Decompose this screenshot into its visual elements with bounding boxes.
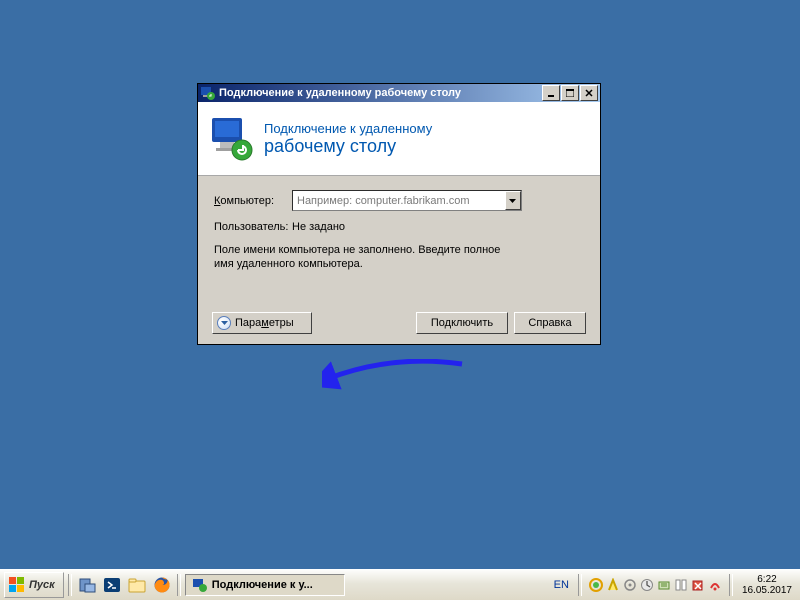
minimize-button[interactable] xyxy=(542,85,560,101)
quick-launch xyxy=(72,574,177,596)
powershell-icon[interactable] xyxy=(101,574,123,596)
tray-icon-2[interactable] xyxy=(606,578,620,592)
tray-icon-5[interactable] xyxy=(657,578,671,592)
user-label: Пользователь: xyxy=(214,221,292,233)
tray-icon-1[interactable] xyxy=(589,578,603,592)
taskbar-active-task[interactable]: Подключение к у... xyxy=(185,574,345,596)
window-title: Подключение к удаленному рабочему столу xyxy=(219,87,542,99)
hint-text: Поле имени компьютера не заполнено. Введ… xyxy=(214,243,504,271)
annotation-arrow xyxy=(322,359,472,409)
options-button[interactable]: Параметры xyxy=(212,312,312,334)
firefox-icon[interactable] xyxy=(151,574,173,596)
tray-icon-6[interactable] xyxy=(674,578,688,592)
taskbar: Пуск Подключение к у... EN xyxy=(0,569,800,600)
tray-icon-8[interactable] xyxy=(708,578,722,592)
start-label: Пуск xyxy=(29,579,55,591)
dialog-banner: Подключение к удаленному рабочему столу xyxy=(198,102,600,176)
date-text: 16.05.2017 xyxy=(742,585,792,596)
separator xyxy=(177,574,181,596)
banner-subtitle: Подключение к удаленному xyxy=(264,121,432,136)
window-controls xyxy=(542,85,600,101)
connect-button[interactable]: Подключить xyxy=(416,312,508,334)
explorer-icon[interactable] xyxy=(126,574,148,596)
titlebar[interactable]: Подключение к удаленному рабочему столу xyxy=(198,84,600,102)
system-tray: EN 6:22 16.05.2017 xyxy=(546,574,800,596)
close-button[interactable] xyxy=(580,85,598,101)
computer-combobox[interactable] xyxy=(292,190,522,211)
server-manager-icon[interactable] xyxy=(76,574,98,596)
banner-title: рабочему столу xyxy=(264,136,432,157)
rdp-dialog: Подключение к удаленному рабочему столу xyxy=(197,83,601,345)
language-indicator[interactable]: EN xyxy=(548,579,575,591)
tray-icon-7[interactable] xyxy=(691,578,705,592)
rdp-icon xyxy=(208,116,254,162)
chevron-down-icon xyxy=(217,316,231,330)
separator xyxy=(729,574,733,596)
separator xyxy=(578,574,582,596)
start-button[interactable]: Пуск xyxy=(4,572,64,598)
time-text: 6:22 xyxy=(742,574,792,585)
computer-label: Компьютер: xyxy=(214,195,292,207)
tray-icon-4[interactable] xyxy=(640,578,654,592)
windows-logo-icon xyxy=(9,577,25,593)
tray-icon-3[interactable] xyxy=(623,578,637,592)
app-icon xyxy=(200,85,216,101)
help-button[interactable]: Справка xyxy=(514,312,586,334)
task-label: Подключение к у... xyxy=(212,579,313,591)
computer-input[interactable] xyxy=(293,195,505,207)
user-value: Не задано xyxy=(292,221,345,233)
maximize-button[interactable] xyxy=(561,85,579,101)
dropdown-button[interactable] xyxy=(505,191,521,210)
clock[interactable]: 6:22 16.05.2017 xyxy=(736,574,798,596)
app-icon xyxy=(192,577,208,593)
